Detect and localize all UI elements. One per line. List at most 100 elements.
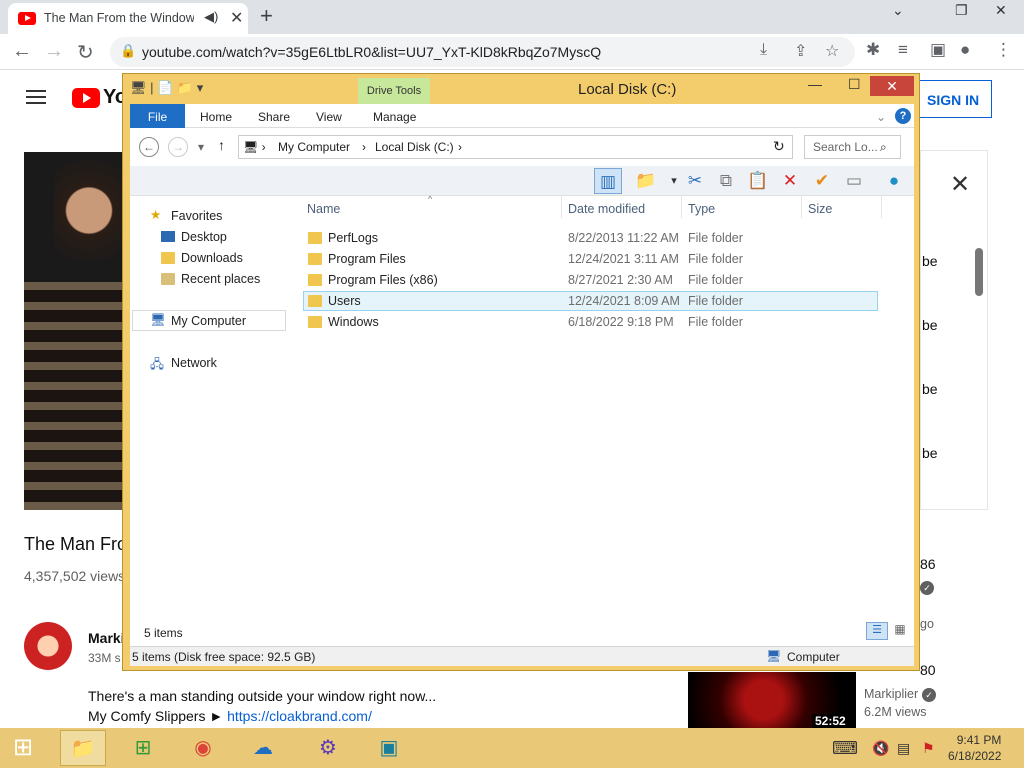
folder-icon (308, 232, 322, 244)
sign-in-button[interactable]: SIGN IN (918, 80, 992, 118)
tab-manage[interactable]: Manage (373, 110, 416, 124)
breadcrumb-my-computer[interactable]: My Computer (278, 140, 350, 154)
network-globe-icon[interactable]: ● (880, 168, 908, 194)
forward-icon[interactable]: → (168, 137, 188, 157)
onedrive-taskbar-icon[interactable]: ☁ (240, 730, 286, 766)
photos-taskbar-icon[interactable]: ▣ (366, 730, 412, 766)
media-control-icon[interactable]: ≡ (898, 40, 908, 60)
rec-title-fragment[interactable]: 80 (920, 662, 936, 678)
large-icons-view-icon[interactable]: ▦ (891, 622, 909, 640)
rec-title-fragment[interactable]: 86 (920, 556, 936, 572)
hamburger-menu-icon[interactable] (26, 90, 46, 104)
tab-share[interactable]: Share (258, 110, 290, 124)
properties-check-icon[interactable]: ✔ (808, 168, 836, 194)
help-icon[interactable]: ? (895, 108, 911, 124)
description-link[interactable]: https://cloakbrand.com/ (227, 708, 372, 724)
paste-icon[interactable]: 📋 (744, 168, 772, 194)
back-icon[interactable]: ← (12, 40, 32, 63)
new-tab-button[interactable]: + (260, 3, 273, 29)
column-divider[interactable] (561, 196, 562, 218)
file-date: 8/27/2021 2:30 AM (568, 273, 673, 287)
column-date-modified[interactable]: Date modified (568, 202, 645, 216)
breadcrumb-local-disk[interactable]: Local Disk (C:) (375, 140, 454, 154)
quick-access-toolbar[interactable]: 🖥 | 📄 📁 ▾ (130, 80, 203, 96)
nav-favorites[interactable]: Favorites (171, 209, 222, 223)
clock[interactable]: 9:41 PM 6/18/2022 (948, 732, 1001, 764)
search-icon[interactable]: ⌕ (880, 140, 887, 155)
url-text[interactable]: youtube.com/watch?v=35gE6LtbLR0&list=UU7… (142, 44, 601, 60)
nav-desktop[interactable]: Desktop (181, 230, 227, 244)
delete-icon[interactable]: ✕ (776, 168, 804, 194)
browser-tab[interactable]: The Man From the Window ◀) ✕ (8, 3, 248, 34)
forward-icon[interactable]: → (44, 40, 64, 63)
folder-options-icon[interactable]: 📁 (632, 168, 660, 194)
rename-icon[interactable]: ▭ (840, 168, 868, 194)
video-player[interactable] (24, 152, 124, 510)
settings-gear-taskbar-icon[interactable]: ⚙ (305, 730, 351, 766)
tab-close-icon[interactable]: ✕ (230, 8, 243, 28)
minimize-button[interactable]: — (808, 76, 822, 92)
status-text: 5 items (Disk free space: 92.5 GB) (132, 650, 316, 664)
nav-my-computer[interactable]: My Computer (171, 314, 246, 328)
nav-recent-places[interactable]: Recent places (181, 272, 260, 286)
tab-file[interactable]: File (130, 104, 185, 128)
column-size[interactable]: Size (808, 202, 832, 216)
reload-icon[interactable]: ↻ (77, 40, 94, 65)
maximize-button[interactable]: ☐ (848, 76, 861, 93)
store-taskbar-icon[interactable]: ⊞ (120, 730, 166, 766)
profile-icon[interactable]: ● (960, 40, 970, 60)
channel-avatar[interactable] (24, 622, 72, 670)
ribbon-collapse-icon[interactable]: ⌄ (876, 110, 886, 124)
extensions-icon[interactable]: ✱ (866, 40, 880, 60)
preview-pane-icon[interactable]: ▥ (594, 168, 622, 194)
network-status-icon[interactable]: ▤ (897, 740, 910, 757)
column-divider[interactable] (681, 196, 682, 218)
youtube-logo-icon[interactable] (72, 88, 100, 108)
column-divider[interactable] (881, 196, 882, 218)
address-bar[interactable]: 🔒 youtube.com/watch?v=35gE6LtbLR0&list=U… (110, 37, 855, 67)
computer-icon: 🖥 (150, 313, 166, 327)
column-divider[interactable] (801, 196, 802, 218)
up-icon[interactable]: ↑ (218, 137, 225, 153)
status-area (130, 610, 914, 646)
start-button[interactable]: ⊞ (0, 730, 46, 766)
video-title: The Man Fro (24, 534, 128, 554)
close-icon[interactable]: ✕ (950, 170, 970, 199)
downloads-folder-icon (161, 252, 175, 264)
keyboard-icon[interactable]: ⌨ (832, 738, 858, 759)
restore-button[interactable]: ❐ (955, 2, 968, 19)
column-type[interactable]: Type (688, 202, 715, 216)
nav-downloads[interactable]: Downloads (181, 251, 243, 265)
refresh-icon[interactable]: ↻ (773, 138, 785, 155)
side-panel-icon[interactable]: ▣ (930, 40, 946, 60)
cut-icon[interactable]: ✂ (681, 168, 709, 194)
computer-icon: 🖥 › (243, 140, 266, 154)
install-icon[interactable]: ⤓ (760, 41, 767, 59)
tab-search-button[interactable]: ⌄ (892, 2, 904, 19)
details-view-icon[interactable]: ☰ (866, 622, 888, 640)
volume-muted-icon[interactable]: 🔇 (872, 740, 889, 757)
speaker-icon[interactable]: ◀) (204, 9, 218, 25)
tab-home[interactable]: Home (200, 110, 232, 124)
close-button[interactable]: ✕ (870, 76, 914, 96)
menu-icon[interactable]: ⋮ (995, 40, 1012, 60)
back-icon[interactable]: ← (139, 137, 159, 157)
close-window-button[interactable]: ✕ (995, 2, 1007, 19)
breadcrumb-separator[interactable]: › (362, 140, 366, 154)
rec-channel[interactable]: Markiplier (864, 687, 918, 701)
scrollbar[interactable] (975, 248, 983, 296)
recent-dropdown-icon[interactable]: ▾ (198, 140, 204, 154)
action-center-icon[interactable]: ⚑ (922, 740, 935, 757)
tab-view[interactable]: View (316, 110, 342, 124)
bookmark-star-icon[interactable]: ☆ (825, 41, 839, 61)
breadcrumb-separator[interactable]: › (458, 140, 462, 154)
file-explorer-taskbar-icon[interactable]: 📁 (60, 730, 106, 766)
sort-arrow-icon: ^ (428, 194, 433, 204)
file-name: Program Files (328, 252, 406, 266)
chrome-taskbar-icon[interactable]: ◉ (180, 730, 226, 766)
channel-name[interactable]: Marki (88, 630, 125, 646)
copy-icon[interactable]: ⧉ (712, 168, 740, 194)
nav-network[interactable]: Network (171, 356, 217, 370)
column-name[interactable]: Name (307, 202, 340, 216)
share-icon[interactable]: ⇪ (794, 41, 807, 61)
